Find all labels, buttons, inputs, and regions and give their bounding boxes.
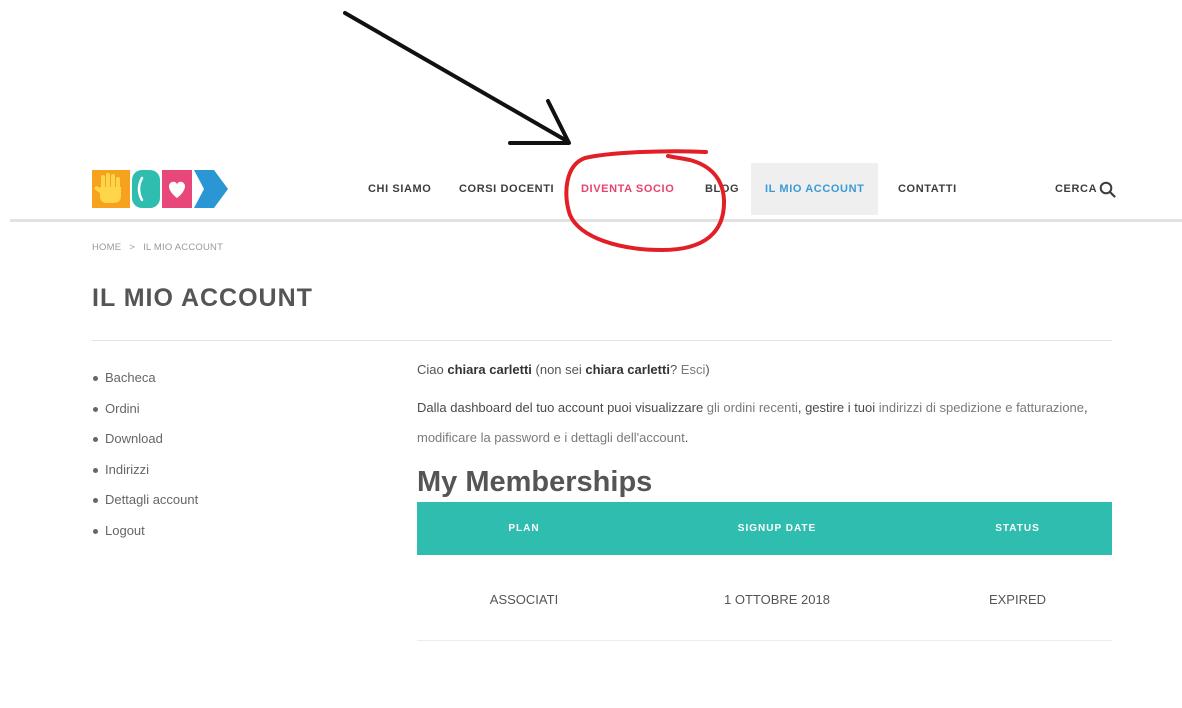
sidebar-item-bacheca[interactable]: Bacheca [92,363,198,394]
annotation-arrow [343,11,571,145]
column-header-status: STATUS [923,502,1112,555]
breadcrumb-current: IL MIO ACCOUNT [143,242,224,253]
addresses-link[interactable]: indirizzi di spedizione e fatturazione [879,400,1084,415]
bullet-icon [93,437,98,443]
sidebar-item-logout[interactable]: Logout [92,516,198,547]
user-name: chiara carletti [585,362,670,377]
sidebar-item-label: Download [105,431,163,447]
content-divider [92,340,1112,341]
nav-diventa-socio[interactable]: DIVENTA SOCIO [567,163,688,215]
intro-line: Dalla dashboard del tuo account puoi vis… [417,393,1112,423]
sidebar-item-label: Dettagli account [105,492,199,508]
header-divider [10,219,1182,222]
intro-line: modificare la password e i dettagli dell… [417,423,1112,453]
membership-plan: ASSOCIATI [417,555,631,641]
bullet-icon [93,406,98,412]
bullet-icon [93,498,98,504]
sidebar-item-indirizzi[interactable]: Indirizzi [92,455,198,486]
sidebar-item-label: Indirizzi [105,461,150,477]
nav-contatti[interactable]: CONTATTI [884,163,971,215]
breadcrumb: HOME > IL MIO ACCOUNT [92,241,223,255]
sidebar-item-label: Bacheca [105,370,156,385]
sidebar-item-label: Logout [105,522,145,538]
sidebar-item-dettagli-account[interactable]: Dettagli account [92,485,198,516]
memberships-table: PLAN SIGNUP DATE STATUS ASSOCIATI 1 OTTO… [417,502,1112,641]
greeting-not-you: (non sei [531,362,586,377]
column-header-plan: PLAN [417,502,631,555]
recent-orders-link[interactable]: gli ordini recenti [707,400,798,415]
sidebar-item-download[interactable]: Download [92,424,198,455]
table-row: ASSOCIATI 1 OTTOBRE 2018 EXPIRED [417,555,1112,641]
sidebar-item-ordini[interactable]: Ordini [92,394,198,425]
intro-text: , gestire i tuoi [797,400,879,415]
sidebar-item-label: Ordini [105,400,140,416]
breadcrumb-home-link[interactable]: HOME [92,242,121,253]
greeting-question: ? [669,362,681,377]
greeting-close: ) [705,362,710,377]
search-label: CERCA [1055,183,1098,195]
search-icon [1099,181,1116,198]
intro-text: . [684,430,689,445]
account-details-link[interactable]: modificare la password e i dettagli dell… [417,430,685,445]
memberships-heading: My Memberships [417,466,653,498]
membership-signup-date: 1 OTTOBRE 2018 [631,555,923,641]
intro-text: Dalla dashboard del tuo account puoi vis… [417,400,707,415]
bullet-icon [93,528,98,534]
breadcrumb-separator: > [129,242,136,253]
nav-blog[interactable]: BLOG [691,163,753,215]
nav-chi-siamo[interactable]: CHI SIAMO [354,163,445,215]
account-navigation: Bacheca Ordini Download Indirizzi Dettag… [92,363,198,547]
table-header-row: PLAN SIGNUP DATE STATUS [417,502,1112,555]
play-arrow-icon [194,170,228,208]
greeting-hello: Ciao [417,362,448,377]
column-header-signup-date: SIGNUP DATE [631,502,923,555]
intro-text: , [1084,400,1088,415]
nav-corsi-docenti[interactable]: CORSI DOCENTI [445,163,568,215]
nav-il-mio-account[interactable]: IL MIO ACCOUNT [751,163,879,215]
bullet-icon [93,467,98,473]
bullet-icon [93,376,98,381]
user-name: chiara carletti [447,362,532,377]
membership-status: EXPIRED [923,555,1112,641]
greeting: Ciao chiara carletti (non sei chiara car… [417,358,710,382]
page-title: IL MIO ACCOUNT [92,284,313,312]
search-button[interactable]: CERCA [1055,163,1116,215]
logo-icon [92,170,228,208]
logout-link[interactable]: Esci [681,362,706,377]
site-logo[interactable] [92,170,228,208]
dashboard-intro: Dalla dashboard del tuo account puoi vis… [417,393,1112,453]
